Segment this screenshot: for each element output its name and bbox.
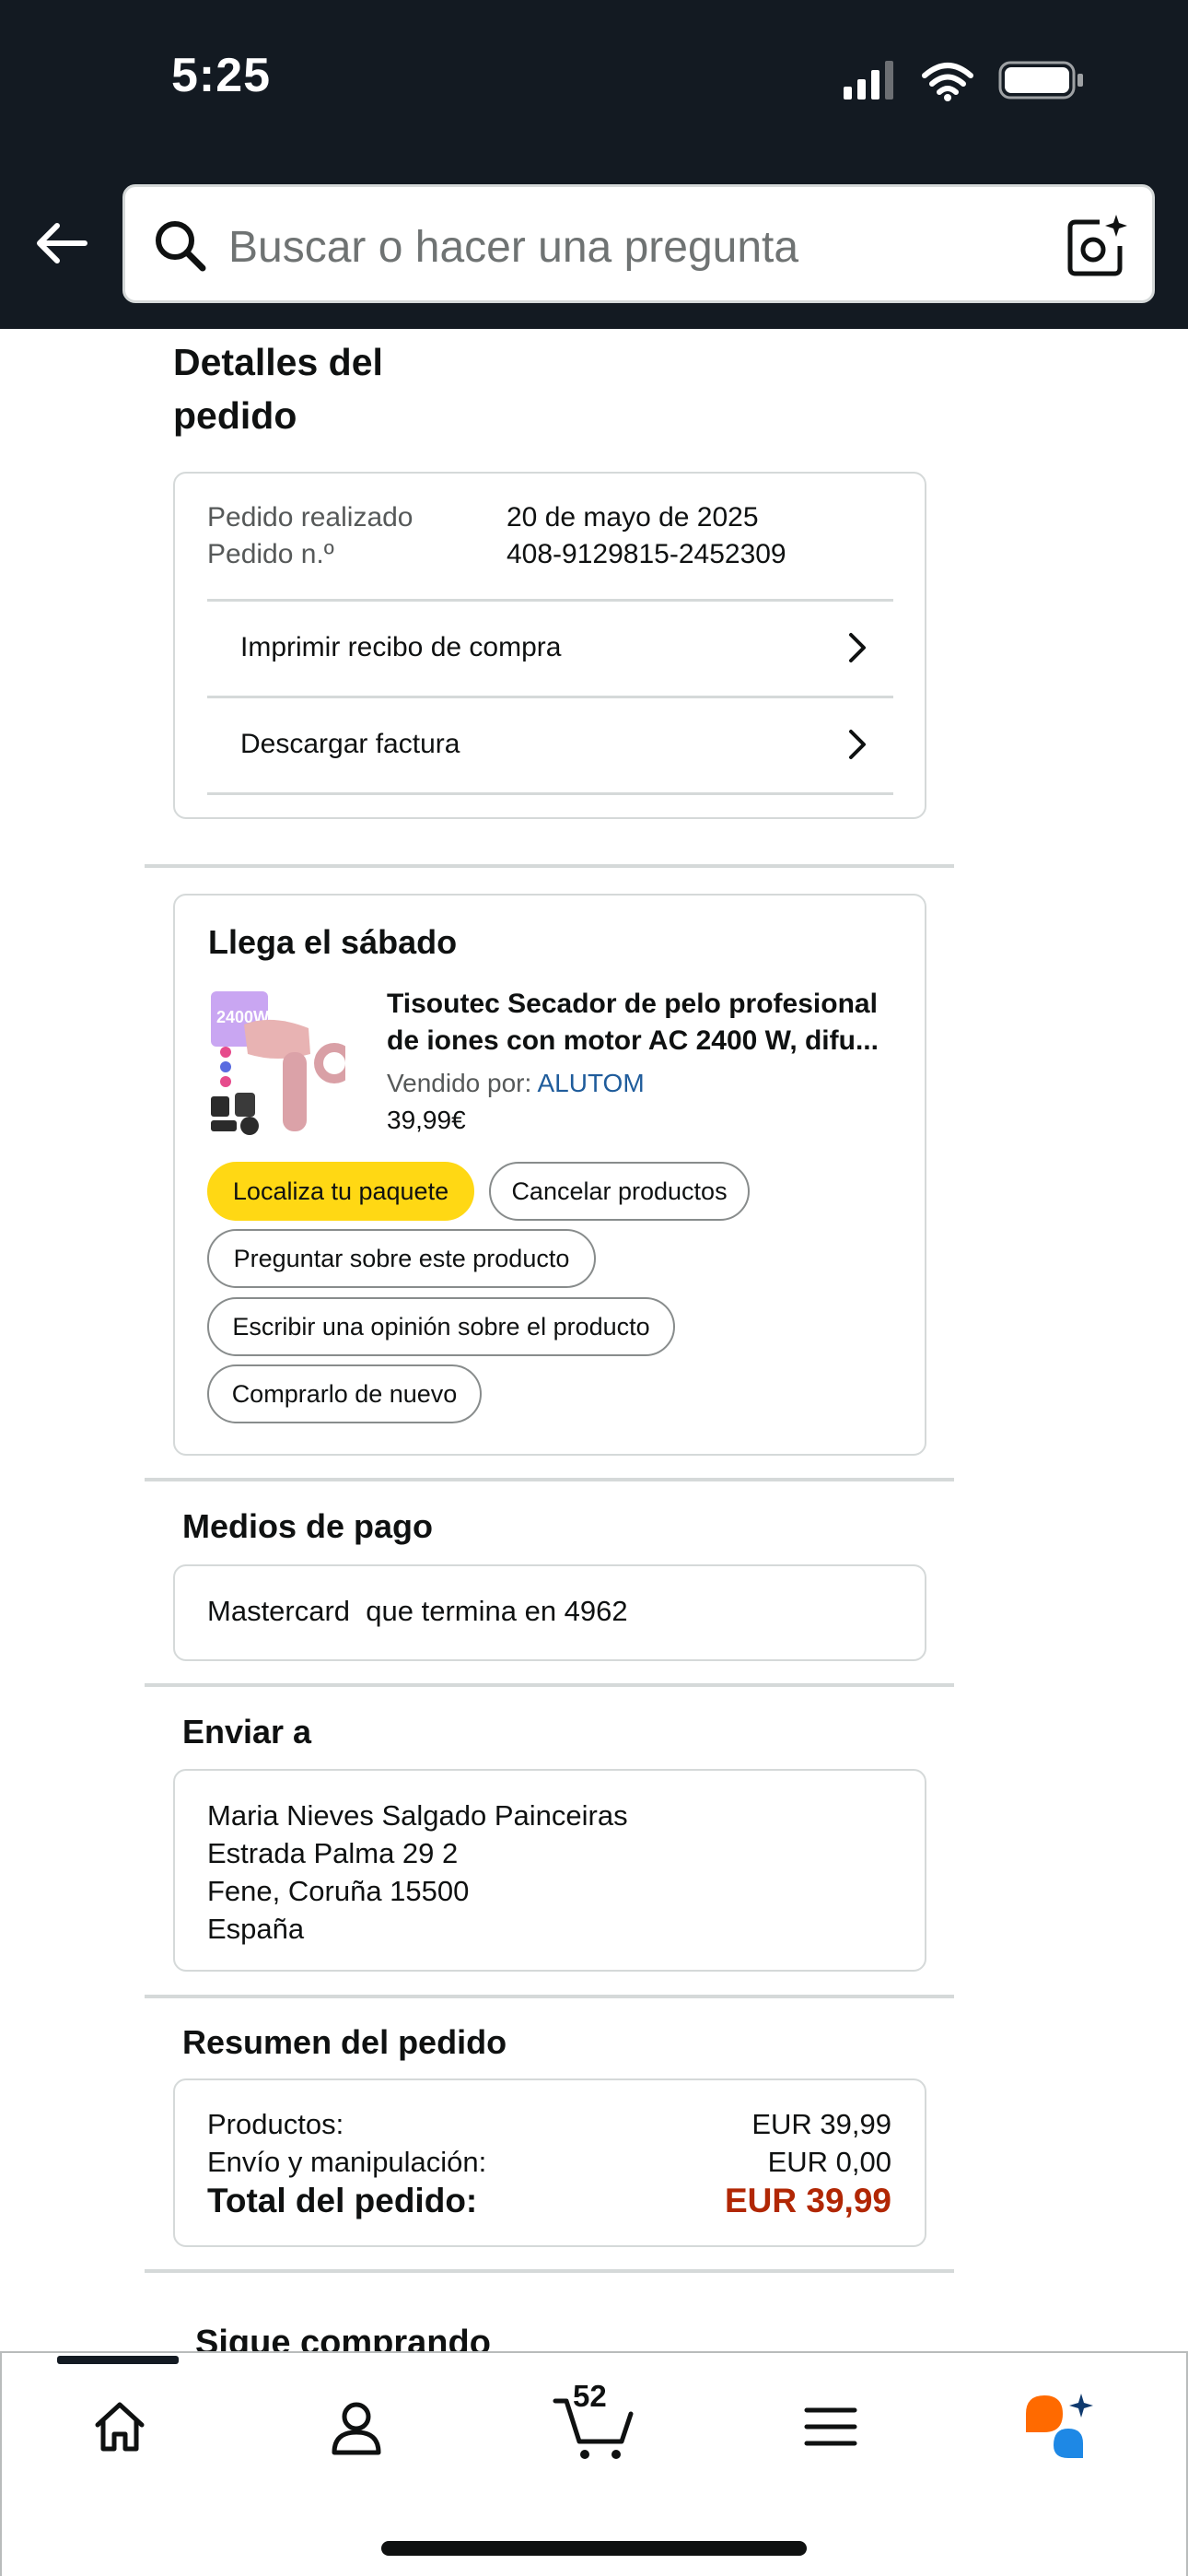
home-icon <box>95 2402 145 2452</box>
shipment-card: Llega el sábado 2400W Tisoutec Secador d… <box>173 894 926 1456</box>
active-tab-indicator <box>57 2356 179 2364</box>
payment-method: Mastercard que termina en 4962 <box>207 1595 628 1627</box>
order-date-value: 20 de mayo de 2025 <box>507 502 759 533</box>
seller-info: Vendido por: ALUTOM <box>387 1069 645 1098</box>
cart-count-badge: 52 <box>573 2379 607 2413</box>
page-title: Detalles del pedido <box>173 341 383 437</box>
section-divider <box>145 864 954 868</box>
home-indicator <box>381 2541 807 2556</box>
recipient-name: Maria Nieves Salgado Painceiras <box>207 1799 628 1832</box>
ship-to-card: Maria Nieves Salgado Painceiras Estrada … <box>173 1769 926 1972</box>
buy-again-button[interactable]: Comprarlo de nuevo <box>207 1364 482 1423</box>
cancel-items-button[interactable]: Cancelar productos <box>489 1162 750 1221</box>
section-divider <box>145 2269 954 2273</box>
seller-link[interactable]: ALUTOM <box>537 1069 644 1097</box>
signal-icon <box>844 61 893 100</box>
nav-menu[interactable] <box>785 2381 877 2473</box>
chevron-right-icon <box>849 730 866 759</box>
write-review-button[interactable]: Escribir una opinión sobre el producto <box>207 1297 675 1356</box>
product-image[interactable]: 2400W <box>207 988 345 1135</box>
back-button[interactable] <box>28 210 94 276</box>
download-invoice-label: Descargar factura <box>240 729 460 759</box>
address-city: Fene, Coruña 15500 <box>207 1875 470 1907</box>
order-number-value: 408-9129815-2452309 <box>507 539 786 569</box>
camera-lens-icon[interactable] <box>1063 213 1129 279</box>
order-total-value: EUR 39,99 <box>725 2182 891 2219</box>
rufus-icon <box>1026 2394 1093 2458</box>
seller-prefix: Vendido por: <box>387 1069 538 1097</box>
status-time: 5:25 <box>171 49 272 102</box>
address-line-1: Estrada Palma 29 2 <box>207 1837 459 1869</box>
menu-icon <box>804 2407 857 2446</box>
search-icon <box>156 221 206 272</box>
section-divider <box>145 1995 954 1998</box>
payment-heading: Medios de pago <box>182 1507 434 1545</box>
product-price: 39,99€ <box>387 1106 466 1134</box>
address-country: España <box>207 1913 305 1945</box>
search-input[interactable]: Buscar o hacer una pregunta <box>122 184 1155 303</box>
section-divider <box>145 1478 954 1481</box>
download-invoice-link[interactable]: Descargar factura <box>207 696 893 790</box>
nav-home[interactable] <box>74 2381 166 2473</box>
order-total-label: Total del pedido: <box>207 2182 478 2219</box>
print-receipt-link[interactable]: Imprimir recibo de compra <box>207 599 893 694</box>
ship-to-heading: Enviar a <box>182 1713 312 1751</box>
search-placeholder: Buscar o hacer una pregunta <box>228 223 799 272</box>
order-info-card: Pedido realizado 20 de mayo de 2025 Pedi… <box>173 472 926 819</box>
summary-card: Productos: EUR 39,99 Envío y manipulació… <box>173 2078 926 2247</box>
order-number-label: Pedido n.º <box>207 539 334 569</box>
top-header: 5:25 Buscar o hacer una pregunta <box>0 0 1188 329</box>
ask-product-question-button[interactable]: Preguntar sobre este producto <box>207 1229 596 1288</box>
section-divider <box>145 1683 954 1687</box>
shipping-label: Envío y manipulación: <box>207 2146 487 2178</box>
payment-card: Mastercard que termina en 4962 <box>173 1564 926 1661</box>
products-label: Productos: <box>207 2108 344 2140</box>
shipping-value: EUR 0,00 <box>767 2146 891 2178</box>
chevron-right-icon <box>849 633 866 662</box>
products-value: EUR 39,99 <box>751 2108 891 2140</box>
product-title[interactable]: Tisoutec Secador de pelo profesional de … <box>387 986 903 1060</box>
print-receipt-label: Imprimir recibo de compra <box>240 632 562 662</box>
track-package-button[interactable]: Localiza tu paquete <box>207 1162 474 1221</box>
delivery-heading: Llega el sábado <box>208 923 458 961</box>
status-icons <box>844 61 1083 101</box>
battery-icon <box>998 61 1083 100</box>
nav-account[interactable] <box>310 2381 402 2473</box>
list-divider <box>207 792 893 795</box>
order-date-label: Pedido realizado <box>207 502 413 533</box>
summary-heading: Resumen del pedido <box>182 2023 507 2061</box>
arrow-left-icon <box>37 223 87 263</box>
nav-rufus[interactable] <box>1018 2381 1110 2473</box>
wifi-icon <box>922 63 973 95</box>
account-icon <box>332 2402 381 2455</box>
